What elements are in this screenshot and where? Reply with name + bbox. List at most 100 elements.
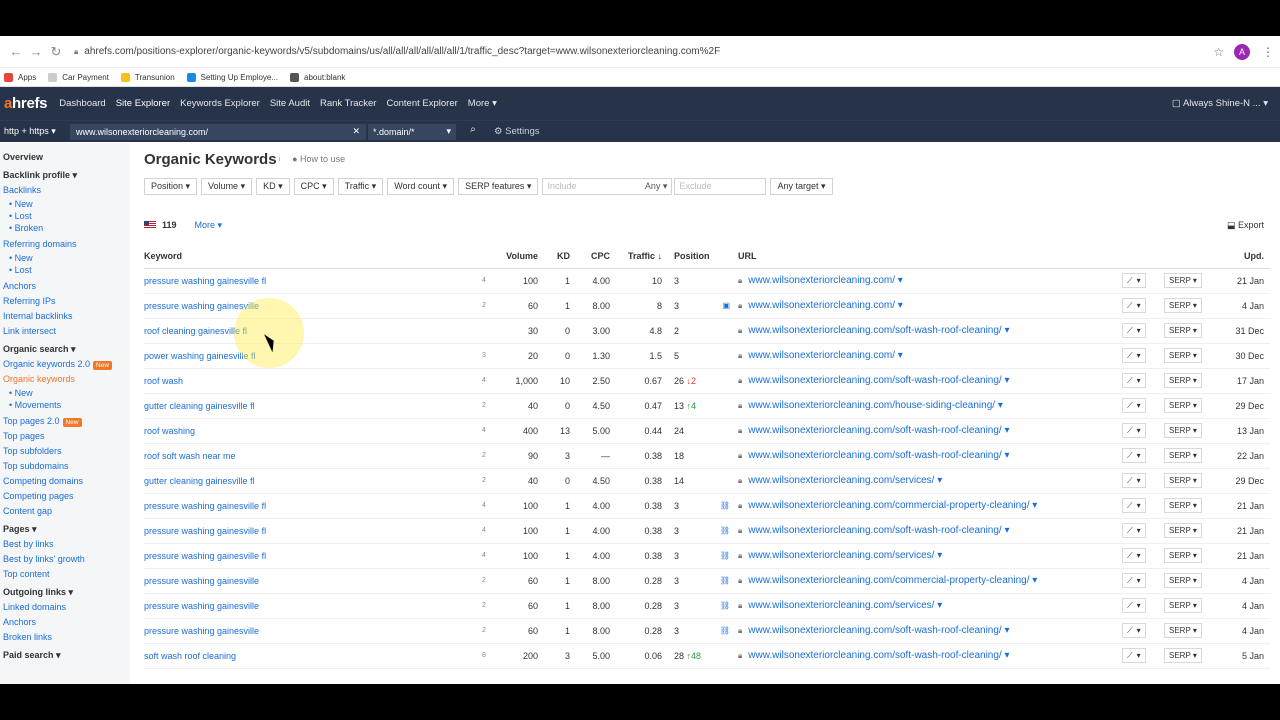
col-position[interactable]: Position (668, 244, 714, 269)
col-keyword[interactable]: Keyword (144, 244, 474, 269)
bookmark-item[interactable]: about:blank (290, 72, 345, 82)
filter-word-count[interactable]: Word count ▾ (387, 177, 455, 195)
filter-position[interactable]: Position ▾ (144, 177, 198, 195)
keyword-link[interactable]: roof cleaning gainesville fl (144, 318, 474, 344)
url-link[interactable]: www.wilsonexteriorcleaning.com/soft-wash… (748, 375, 1009, 386)
trend-dropdown[interactable]: ⟋ ▾ (1122, 573, 1146, 588)
trend-dropdown[interactable]: ⟋ ▾ (1122, 273, 1146, 288)
sidebar-backlink-profile[interactable]: Backlink profile ▾ (3, 168, 130, 183)
trend-dropdown[interactable]: ⟋ ▾ (1122, 423, 1146, 438)
sidebar-top-pages[interactable]: Top pages (3, 429, 130, 444)
keyword-link[interactable]: pressure washing gainesville (144, 618, 474, 644)
trend-dropdown[interactable]: ⟋ ▾ (1122, 648, 1146, 663)
exclude-input[interactable]: Exclude (674, 177, 767, 195)
search-button[interactable]: ⌕ (460, 124, 486, 140)
sidebar-backlinks[interactable]: Backlinks (3, 183, 130, 198)
sidebar-competing-domains[interactable]: Competing domains (3, 474, 130, 489)
serp-dropdown[interactable]: SERP ▾ (1164, 348, 1202, 363)
trend-dropdown[interactable]: ⟋ ▾ (1122, 523, 1146, 538)
sidebar-referring-domains[interactable]: Referring domains (3, 237, 130, 252)
nav-keywords-explorer[interactable]: Keywords Explorer (180, 98, 260, 109)
url-link[interactable]: www.wilsonexteriorcleaning.com/services/… (748, 600, 942, 611)
col-traffic[interactable]: Traffic ↓ (616, 244, 668, 269)
col-kd[interactable]: KD (544, 244, 576, 269)
serp-feature-icon[interactable] (714, 318, 738, 344)
sidebar-organic-keywords-2[interactable]: Organic keywords 2.0 New (3, 357, 130, 372)
serp-dropdown[interactable]: SERP ▾ (1164, 498, 1202, 513)
sidebar-outgoing-anchors[interactable]: Anchors (3, 615, 130, 630)
sidebar-linked-domains[interactable]: Linked domains (3, 600, 130, 615)
sidebar-organic-new[interactable]: • New (3, 387, 130, 399)
sidebar-organic-search[interactable]: Organic search ▾ (3, 342, 130, 357)
filter-serp-features[interactable]: SERP features ▾ (458, 177, 539, 195)
trend-dropdown[interactable]: ⟋ ▾ (1122, 298, 1146, 313)
url-link[interactable]: www.wilsonexteriorcleaning.com/soft-wash… (748, 625, 1009, 636)
keyword-link[interactable]: pressure washing gainesville (144, 593, 474, 619)
filter-any-target[interactable]: Any target ▾ (770, 177, 833, 195)
keyword-link[interactable]: pressure washing gainesville fl (144, 518, 474, 544)
sidebar-refdomains-lost[interactable]: • Lost (3, 264, 130, 276)
keyword-link[interactable]: pressure washing gainesville fl (144, 268, 474, 294)
serp-feature-icon[interactable] (714, 268, 738, 294)
keyword-link[interactable]: pressure washing gainesville fl (144, 493, 474, 519)
serp-dropdown[interactable]: SERP ▾ (1164, 573, 1202, 588)
serp-feature-icon[interactable]: ⛓ (714, 543, 738, 569)
filter-cpc[interactable]: CPC ▾ (293, 177, 334, 195)
sidebar-competing-pages[interactable]: Competing pages (3, 489, 130, 504)
serp-feature-icon[interactable]: ⛓ (714, 493, 738, 519)
bookmark-item[interactable]: Car Payment (48, 72, 109, 82)
url-link[interactable]: www.wilsonexteriorcleaning.com/services/… (748, 550, 942, 561)
serp-dropdown[interactable]: SERP ▾ (1164, 273, 1202, 288)
forward-icon[interactable]: → (26, 44, 46, 59)
nav-dashboard[interactable]: Dashboard (59, 98, 105, 109)
col-updated[interactable]: Upd. (1222, 244, 1270, 269)
url-link[interactable]: www.wilsonexteriorcleaning.com/commercia… (748, 575, 1037, 586)
url-link[interactable]: www.wilsonexteriorcleaning.com/ ▾ (748, 275, 903, 286)
account-menu[interactable]: ▢ Always Shine-N ... ▾ (1172, 98, 1268, 109)
trend-dropdown[interactable]: ⟋ ▾ (1122, 398, 1146, 413)
nav-rank-tracker[interactable]: Rank Tracker (320, 98, 377, 109)
serp-dropdown[interactable]: SERP ▾ (1164, 448, 1202, 463)
browser-menu-icon[interactable]: ⋮ (1262, 45, 1274, 59)
bookmark-star-icon[interactable]: ☆ (1213, 45, 1224, 59)
nav-content-explorer[interactable]: Content Explorer (386, 98, 457, 109)
url-link[interactable]: www.wilsonexteriorcleaning.com/soft-wash… (748, 525, 1009, 536)
serp-dropdown[interactable]: SERP ▾ (1164, 473, 1202, 488)
serp-feature-icon[interactable] (714, 393, 738, 419)
sidebar-anchors[interactable]: Anchors (3, 279, 130, 294)
col-cpc[interactable]: CPC (576, 244, 616, 269)
serp-dropdown[interactable]: SERP ▾ (1164, 548, 1202, 563)
sidebar-top-content[interactable]: Top content (3, 567, 130, 582)
keyword-link[interactable]: roof wash (144, 368, 474, 394)
sidebar-refdomains-new[interactable]: • New (3, 252, 130, 264)
protocol-select[interactable]: http + https ▾ (4, 126, 70, 137)
filter-volume[interactable]: Volume ▾ (201, 177, 253, 195)
url-link[interactable]: www.wilsonexteriorcleaning.com/soft-wash… (748, 450, 1009, 461)
serp-dropdown[interactable]: SERP ▾ (1164, 623, 1202, 638)
serp-feature-icon[interactable] (714, 443, 738, 469)
sidebar-broken-links[interactable]: Broken links (3, 630, 130, 645)
keyword-link[interactable]: power washing gainesville fl (144, 343, 474, 369)
export-button[interactable]: ⬓ Export (1227, 220, 1264, 231)
col-url[interactable]: URL (738, 244, 1122, 269)
ahrefs-logo[interactable]: ahrefs (4, 95, 48, 112)
sidebar-top-subfolders[interactable]: Top subfolders (3, 444, 130, 459)
serp-feature-icon[interactable]: ⛓ (714, 518, 738, 544)
sidebar-backlinks-new[interactable]: • New (3, 198, 130, 210)
serp-feature-icon[interactable]: ⛓ (714, 593, 738, 619)
serp-dropdown[interactable]: SERP ▾ (1164, 298, 1202, 313)
serp-feature-icon[interactable]: ▣ (714, 293, 738, 319)
url-link[interactable]: www.wilsonexteriorcleaning.com/soft-wash… (748, 425, 1009, 436)
mode-select[interactable]: *.domain/* ▾ (368, 123, 456, 140)
trend-dropdown[interactable]: ⟋ ▾ (1122, 473, 1146, 488)
serp-feature-icon[interactable] (714, 643, 738, 669)
serp-feature-icon[interactable] (714, 368, 738, 394)
serp-dropdown[interactable]: SERP ▾ (1164, 373, 1202, 388)
keyword-link[interactable]: pressure washing gainesville fl (144, 543, 474, 569)
how-to-use-link[interactable]: ● How to use (292, 154, 345, 164)
bookmark-item[interactable]: Apps (4, 72, 36, 82)
sidebar-top-subdomains[interactable]: Top subdomains (3, 459, 130, 474)
col-volume[interactable]: Volume (494, 244, 544, 269)
sidebar-content-gap[interactable]: Content gap (3, 504, 130, 519)
serp-feature-icon[interactable] (714, 468, 738, 494)
